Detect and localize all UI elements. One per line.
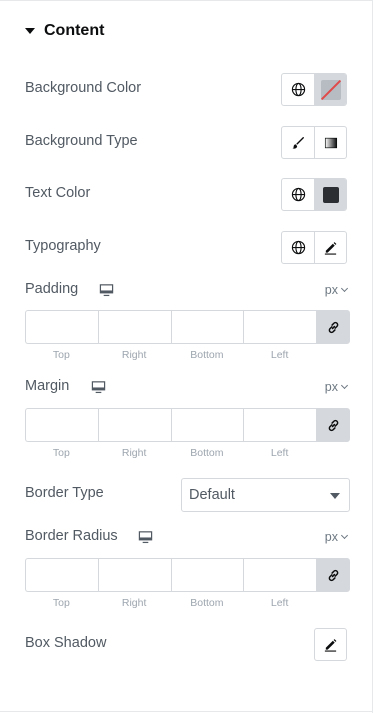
padding-unit-label: px [324,283,338,297]
caret-down-icon [330,493,340,499]
caret-down-icon [25,28,35,34]
margin-label: Margin [25,378,70,394]
margin-bottom-input[interactable] [170,408,244,442]
margin-right-input[interactable] [97,408,171,442]
border-radius-unit-select[interactable]: px [324,530,349,544]
side-label-top: Top [52,349,70,361]
chevron-down-icon [340,284,349,293]
text-global-colors-button[interactable] [282,179,314,210]
no-color-swatch [320,79,341,100]
padding-top-input[interactable] [25,310,98,344]
desktop-icon[interactable] [138,530,153,544]
side-label-top: Top [52,447,70,459]
padding-link-button[interactable] [316,310,350,344]
bottom-divider [0,711,372,712]
border-radius-inputs [25,558,350,592]
link-icon [328,569,338,581]
side-label-bottom: Bottom [190,447,224,459]
chevron-down-icon [340,381,349,390]
border-radius-top-input[interactable] [25,558,98,592]
typography-control [281,231,347,264]
background-type-gradient-button[interactable] [314,127,346,158]
globe-icon [291,187,305,202]
side-label-bottom: Bottom [190,349,224,361]
padding-unit-select[interactable]: px [324,283,349,297]
style-panel: Content Background Color Background Type… [0,0,373,713]
margin-top-input[interactable] [25,408,98,442]
box-shadow-edit-button[interactable] [314,628,347,661]
border-type-select[interactable]: Default [181,478,350,512]
link-icon [328,321,338,333]
typography-global-button[interactable] [282,232,314,263]
text-color-control [281,178,347,211]
side-label-bottom: Bottom [190,597,224,609]
margin-unit-select[interactable]: px [324,380,349,394]
border-radius-side-labels: Top Right Bottom Left [25,597,316,609]
padding-side-labels: Top Right Bottom Left [25,349,316,361]
padding-right-input[interactable] [97,310,171,344]
background-type-label: Background Type [25,133,138,149]
side-label-right: Right [121,597,147,609]
paint-brush-icon [292,136,304,149]
margin-link-button[interactable] [316,408,350,442]
section-title: Content [44,22,105,39]
desktop-icon[interactable] [91,380,106,394]
border-radius-right-input[interactable] [97,558,171,592]
chevron-down-icon [340,531,349,540]
border-radius-unit-label: px [324,530,338,544]
global-colors-button[interactable] [282,74,314,105]
border-radius-label: Border Radius [25,528,118,544]
text-color-swatch[interactable] [314,179,346,210]
pencil-icon [324,639,337,652]
link-icon [328,419,338,431]
background-type-control [281,126,347,159]
margin-left-input[interactable] [243,408,316,442]
dark-color-swatch [322,186,339,203]
border-type-label: Border Type [25,485,104,501]
padding-inputs [25,310,350,344]
padding-bottom-input[interactable] [170,310,244,344]
side-label-right: Right [121,447,147,459]
box-shadow-label: Box Shadow [25,635,107,651]
margin-side-labels: Top Right Bottom Left [25,447,316,459]
side-label-top: Top [52,597,70,609]
gradient-icon [324,137,337,148]
side-label-left: Left [270,597,289,609]
side-label-right: Right [121,349,147,361]
globe-icon [291,82,305,97]
section-header[interactable]: Content [25,20,104,42]
background-color-label: Background Color [25,80,142,96]
border-type-value: Default [189,487,235,503]
background-color-swatch[interactable] [314,74,346,105]
side-label-left: Left [270,447,289,459]
padding-label: Padding [25,281,79,297]
typography-label: Typography [25,238,101,254]
typography-edit-button[interactable] [314,232,346,263]
pencil-icon [324,242,337,255]
background-type-classic-button[interactable] [282,127,314,158]
border-radius-bottom-input[interactable] [170,558,244,592]
text-color-label: Text Color [25,185,91,201]
margin-unit-label: px [324,380,338,394]
top-divider [0,0,372,1]
desktop-icon[interactable] [99,283,114,297]
border-radius-link-button[interactable] [316,558,350,592]
margin-inputs [25,408,350,442]
padding-left-input[interactable] [243,310,316,344]
side-label-left: Left [270,349,289,361]
border-radius-left-input[interactable] [243,558,316,592]
globe-icon [291,240,305,255]
background-color-control [281,73,347,106]
